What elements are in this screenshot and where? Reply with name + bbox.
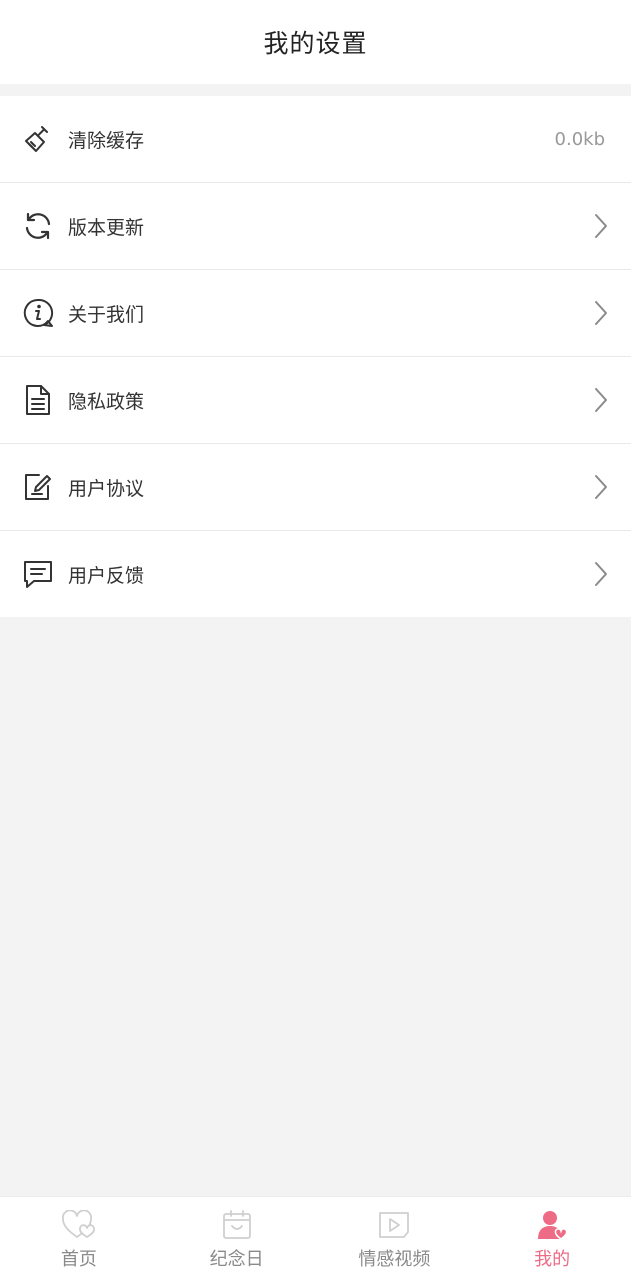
tab-home-label: 首页 <box>60 1249 97 1270</box>
tab-mine[interactable]: 我的 <box>473 1197 631 1281</box>
page-title: 我的设置 <box>263 29 368 58</box>
about-us-label: 关于我们 <box>68 303 145 326</box>
tab-mine-label: 我的 <box>534 1249 571 1270</box>
clear-cache-row[interactable]: 清除缓存 0.0kb <box>0 96 631 183</box>
document-icon <box>22 384 54 416</box>
refresh-icon <box>22 210 54 242</box>
heart-icon <box>61 1209 97 1241</box>
privacy-policy-label: 隐私政策 <box>68 390 145 413</box>
chevron-right-icon <box>593 300 609 326</box>
user-agreement-label: 用户协议 <box>68 477 145 500</box>
tab-anniversary-label: 纪念日 <box>209 1249 264 1270</box>
chevron-right-icon <box>593 213 609 239</box>
cache-size-value: 0.0kb <box>554 128 605 150</box>
calendar-icon <box>219 1209 255 1241</box>
chevron-right-icon <box>593 561 609 587</box>
chevron-right-icon <box>593 474 609 500</box>
version-update-label: 版本更新 <box>68 216 145 239</box>
chevron-right-icon <box>593 387 609 413</box>
tab-emotion-video[interactable]: 情感视频 <box>316 1197 474 1281</box>
info-icon <box>22 297 54 329</box>
privacy-policy-row[interactable]: 隐私政策 <box>0 357 631 444</box>
broom-icon <box>22 123 54 155</box>
user-feedback-row[interactable]: 用户反馈 <box>0 531 631 617</box>
tab-home[interactable]: 首页 <box>0 1197 158 1281</box>
bottom-tab-bar: 首页 纪念日 情感视频 我的 <box>0 1196 631 1281</box>
tab-emotion-video-label: 情感视频 <box>358 1249 431 1270</box>
settings-list: 清除缓存 0.0kb 版本更新 关于我们 隐私政策 用户协议 用户反馈 <box>0 96 631 617</box>
version-update-row[interactable]: 版本更新 <box>0 183 631 270</box>
about-us-row[interactable]: 关于我们 <box>0 270 631 357</box>
tab-anniversary[interactable]: 纪念日 <box>158 1197 316 1281</box>
user-agreement-row[interactable]: 用户协议 <box>0 444 631 531</box>
user-feedback-label: 用户反馈 <box>68 564 145 587</box>
clear-cache-label: 清除缓存 <box>68 129 145 152</box>
edit-document-icon <box>22 471 54 503</box>
message-icon <box>22 558 54 590</box>
page-header: 我的设置 <box>0 0 631 84</box>
user-heart-icon <box>534 1209 570 1241</box>
video-icon <box>376 1209 412 1241</box>
